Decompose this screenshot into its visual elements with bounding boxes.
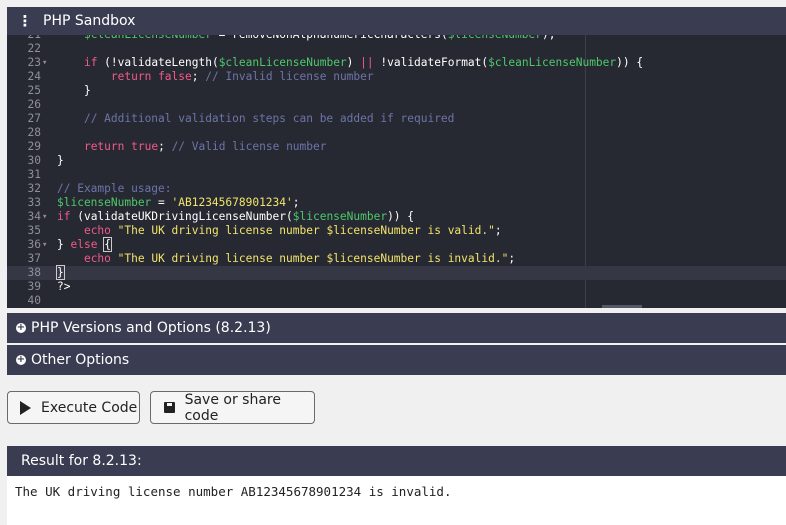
code-line[interactable]: 22 <box>7 42 786 56</box>
line-number: 30 <box>27 154 41 167</box>
code-line[interactable]: 28 <box>7 126 786 140</box>
code-line[interactable]: 30} <box>7 154 786 168</box>
code-text: ?> <box>57 280 71 293</box>
code-text: if (validateUKDrivingLicenseNumber($lice… <box>57 210 415 223</box>
result-output: The UK driving license number AB12345678… <box>7 476 786 525</box>
line-number: 38 <box>27 266 41 279</box>
execute-code-label: Execute Code <box>41 399 138 416</box>
fold-arrow-icon[interactable]: ▾ <box>42 238 52 252</box>
fold-arrow-icon[interactable]: ▾ <box>42 56 52 70</box>
code-line[interactable]: 36 ▾ } else { <box>7 237 786 252</box>
code-text: $cleanLicenseNumber = removeNonAlphanume… <box>57 35 556 42</box>
code-line[interactable]: 27 // Additional validation steps can be… <box>7 112 786 126</box>
code-text: echo "The UK driving license number $lic… <box>83 252 516 265</box>
code-line[interactable]: 32 // Example usage: <box>7 182 786 196</box>
code-editor[interactable]: 21 $cleanLicenseNumber = removeNonAlphan… <box>7 35 786 308</box>
line-number: 26 <box>27 98 41 111</box>
code-line[interactable]: 40 <box>7 294 786 308</box>
save-share-label: Save or share code <box>184 391 281 424</box>
code-line[interactable]: 25 } <box>7 84 786 98</box>
code-line[interactable]: 34 ▾ if (validateUKDrivingLicenseNumber($l… <box>7 210 786 224</box>
plus-circle-icon: + <box>16 322 26 333</box>
line-number: 22 <box>27 42 41 55</box>
line-number: 35 <box>27 224 41 237</box>
other-options-toggle[interactable]: + Other Options <box>7 345 786 375</box>
app-title: PHP Sandbox <box>43 13 136 29</box>
line-number: 34 <box>27 210 41 223</box>
code-text: // Example usage: <box>57 182 172 195</box>
save-share-button[interactable]: Save or share code <box>150 391 315 424</box>
line-number: 31 <box>27 168 41 181</box>
php-versions-toggle[interactable]: + PHP Versions and Options (8.2.13) <box>7 313 786 343</box>
line-number: 33 <box>27 196 41 209</box>
code-text: } <box>57 84 91 97</box>
code-text: echo "The UK driving license number $lic… <box>83 224 502 237</box>
code-text: if (!validateLength($cleanLicenseNumber)… <box>83 56 644 69</box>
code-line[interactable]: 38} <box>7 265 786 280</box>
result-output-text: The UK driving license number AB12345678… <box>15 484 452 499</box>
result-header: Result for 8.2.13: <box>7 446 786 476</box>
line-number: 40 <box>27 294 41 307</box>
code-line[interactable]: 31 <box>7 168 786 182</box>
code-line[interactable]: 23 ▾ if (!validateLength($cleanLicenseNum… <box>7 56 786 70</box>
code-text: } <box>56 265 65 280</box>
code-line[interactable]: 26 <box>7 98 786 112</box>
line-number: 32 <box>27 182 41 195</box>
plus-circle-icon: + <box>16 354 26 365</box>
code-text: $licenseNumber = 'AB12345678901234'; <box>57 196 300 209</box>
line-number: 27 <box>27 112 41 125</box>
code-line[interactable]: 37 echo "The UK driving license number $… <box>7 252 786 266</box>
code-line[interactable]: 24 return false; // Invalid license numb… <box>7 70 786 84</box>
other-options-label: Other Options <box>31 352 130 368</box>
execute-code-button[interactable]: Execute Code <box>7 391 140 424</box>
line-number: 21 <box>7 35 41 42</box>
code-line[interactable]: 35 echo "The UK driving license number $… <box>7 224 786 238</box>
code-line[interactable]: 33 $licenseNumber = 'AB12345678901234'; <box>7 196 786 210</box>
line-number: 29 <box>27 140 41 153</box>
code-line[interactable]: 29 return true; // Valid license number <box>7 140 786 154</box>
app-header: ⋮ PHP Sandbox <box>7 7 786 35</box>
line-number: 23 <box>27 56 41 69</box>
floppy-disk-icon <box>164 402 175 413</box>
kebab-menu-icon[interactable]: ⋮ <box>7 12 43 30</box>
code-text: return true; // Valid license number <box>83 140 327 153</box>
result-title: Result for 8.2.13: <box>21 453 142 469</box>
php-versions-label: PHP Versions and Options (8.2.13) <box>31 320 271 336</box>
line-number: 36 <box>27 238 41 251</box>
fold-arrow-icon[interactable]: ▾ <box>42 210 52 224</box>
code-text: return false; // Invalid license number <box>110 70 374 83</box>
play-icon <box>20 400 31 415</box>
code-text: // Additional validation steps can be ad… <box>83 112 455 125</box>
line-number: 28 <box>27 126 41 139</box>
line-number: 39 <box>27 280 41 293</box>
horizontal-scrollbar[interactable] <box>602 305 642 308</box>
code-line[interactable]: 21 $cleanLicenseNumber = removeNonAlphan… <box>7 35 786 42</box>
code-line[interactable]: 39 ?> <box>7 280 786 294</box>
code-text: } <box>57 154 64 167</box>
code-text: } else { <box>57 237 112 252</box>
line-number: 24 <box>27 70 41 83</box>
line-number: 25 <box>27 84 41 97</box>
line-number: 37 <box>27 252 41 265</box>
